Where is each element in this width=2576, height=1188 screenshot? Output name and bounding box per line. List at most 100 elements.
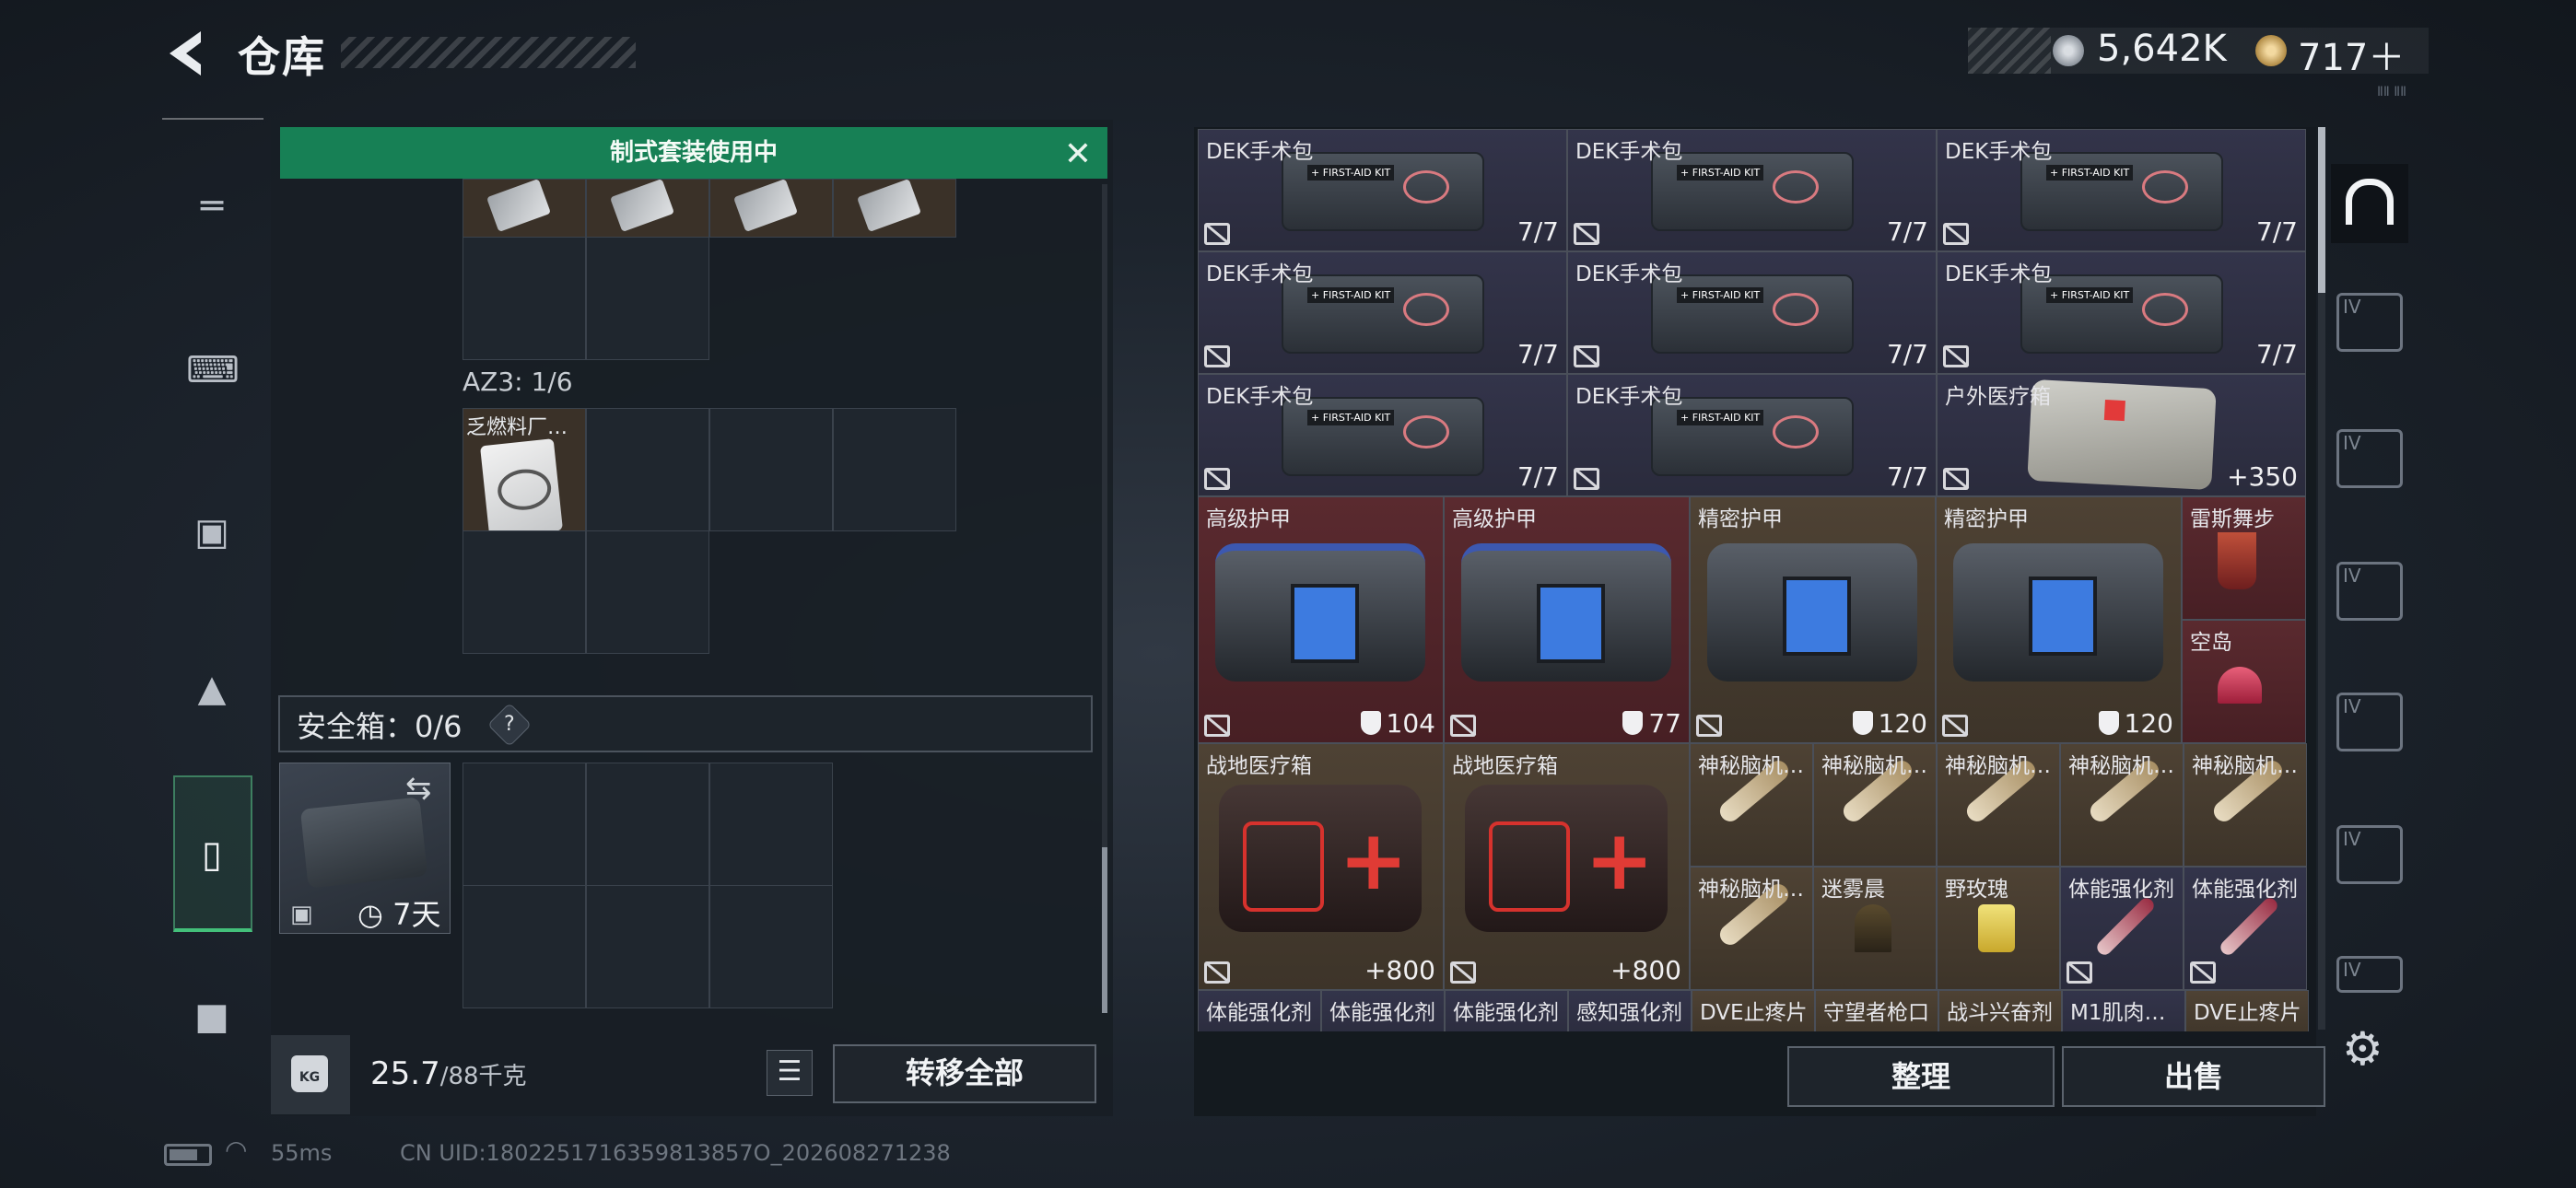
safebox-duration: ◷ 7天 — [357, 897, 441, 932]
stash-tab-icon[interactable]: IV — [2336, 693, 2403, 751]
grid-slot[interactable] — [709, 408, 833, 531]
stash-item[interactable]: DEK手术包 7/7 — [1198, 129, 1567, 251]
item-name: DEK手术包 — [1575, 262, 1683, 286]
grid-slot[interactable] — [586, 530, 709, 654]
stash-tab-icon[interactable]: IV — [2336, 562, 2403, 621]
stash-item[interactable]: 户外医疗箱 +350 — [1937, 374, 2306, 496]
grid-slot[interactable] — [463, 178, 586, 238]
grid-slot[interactable] — [833, 178, 956, 238]
item-name: 神秘脑机… — [1945, 754, 2051, 778]
grid-slot[interactable] — [586, 178, 709, 238]
stash-item[interactable]: DEK手术包 7/7 — [1567, 129, 1937, 251]
safebox-slot[interactable] — [463, 763, 586, 886]
no-trade-icon — [1204, 345, 1230, 367]
item-name: DEK手术包 — [1575, 140, 1683, 164]
stash-item[interactable]: 战斗兴奋剂 — [1938, 990, 2062, 1031]
stash-item[interactable]: 雷斯舞步 — [2182, 496, 2306, 620]
silver-coin-icon — [2053, 35, 2084, 66]
stash-item[interactable]: DVE止疼片 — [1692, 990, 1815, 1031]
stash-item[interactable]: 体能强化剂 — [2060, 867, 2184, 990]
grid-slot[interactable] — [463, 237, 586, 360]
case-icon[interactable]: ▯ — [186, 829, 238, 880]
item-name: DEK手术包 — [1206, 140, 1314, 164]
stash-item[interactable]: 神秘脑机… — [1690, 867, 1813, 990]
gun-icon[interactable]: ═ — [186, 181, 238, 232]
safebox-slot[interactable] — [709, 885, 833, 1008]
stash-item[interactable]: 守望者枪口 — [1815, 990, 1938, 1031]
stash-item[interactable]: 野玫瑰 — [1937, 867, 2060, 990]
safebox-slot[interactable] — [586, 763, 709, 886]
stash-tab-icon[interactable]: IV — [2336, 293, 2403, 352]
stash-tab-icon[interactable]: IV — [2336, 956, 2403, 993]
stash-item[interactable]: 高级护甲 104 — [1198, 496, 1444, 743]
stash-item[interactable]: DEK手术包 7/7 — [1937, 129, 2306, 251]
safebox-slot[interactable] — [463, 885, 586, 1008]
sort-button[interactable]: 整理 — [1787, 1046, 2055, 1107]
stash-item[interactable]: M1肌肉… — [2062, 990, 2185, 1031]
backpack-icon[interactable]: ▣ — [186, 507, 238, 558]
item-name: 体能强化剂 — [1206, 1001, 1312, 1025]
sell-button[interactable]: 出售 — [2062, 1046, 2325, 1107]
stash-item[interactable]: 空岛 — [2182, 620, 2306, 743]
stash-item[interactable]: 战地医疗箱 +800 — [1198, 743, 1444, 990]
stash-item[interactable]: 迷雾晨 — [1813, 867, 1937, 990]
stash-all-icon — [2346, 179, 2394, 225]
stash-item[interactable]: DEK手术包 7/7 — [1937, 251, 2306, 374]
gold-amount[interactable]: 717＋ — [2298, 28, 2405, 81]
stash-item[interactable]: DEK手术包 7/7 — [1567, 374, 1937, 496]
grid-slot[interactable] — [586, 237, 709, 360]
stash-tab-icon[interactable]: IV — [2336, 429, 2403, 488]
stash-tab-all[interactable] — [2331, 164, 2408, 243]
wifi-icon: ◠ — [225, 1135, 248, 1165]
stash-item[interactable]: 精密护甲 120 — [1936, 496, 2182, 743]
back-arrow-icon[interactable] — [164, 28, 208, 79]
stash-item[interactable]: 高级护甲 77 — [1444, 496, 1690, 743]
safebox-slot[interactable] — [709, 763, 833, 886]
list-icon[interactable]: ☰ — [767, 1050, 813, 1096]
stash-item[interactable]: 神秘脑机… — [2060, 743, 2184, 867]
safebox-slot[interactable] — [586, 885, 709, 1008]
ping-readout: 55ms — [271, 1140, 333, 1166]
item-name: 体能强化剂 — [2068, 878, 2174, 902]
safebox-case-icon — [299, 797, 428, 889]
item-name: 精密护甲 — [1698, 507, 1783, 531]
loadout-scrollbar[interactable] — [1102, 184, 1107, 1013]
weight-value: 25.7 — [370, 1055, 440, 1092]
stash-tab-icon[interactable]: IV — [2336, 825, 2403, 884]
stash-scrollbar[interactable] — [2318, 127, 2325, 1030]
stash-item[interactable]: 神秘脑机… — [1813, 743, 1937, 867]
stash-item[interactable]: DEK手术包 7/7 — [1567, 251, 1937, 374]
stash-item[interactable]: 战地医疗箱 +800 — [1444, 743, 1690, 990]
toolbox-icon[interactable]: ■ — [186, 991, 238, 1042]
stash-item[interactable]: DEK手术包 7/7 — [1198, 374, 1567, 496]
weight-max: /88千克 — [439, 1063, 527, 1090]
stash-item[interactable]: 体能强化剂 — [1321, 990, 1445, 1031]
item-name: DEK手术包 — [1945, 262, 2053, 286]
stash-item[interactable]: 神秘脑机… — [1690, 743, 1813, 867]
stimulant-icon — [2218, 895, 2280, 958]
stash-item[interactable]: DVE止疼片 — [2185, 990, 2309, 1031]
vest-icon[interactable]: ⌨ — [186, 344, 240, 396]
grid-slot[interactable] — [709, 178, 833, 238]
bag-icon[interactable]: ▲ — [186, 663, 238, 715]
item-name: 神秘脑机… — [1698, 754, 1804, 778]
stash-item[interactable]: 神秘脑机… — [1937, 743, 2060, 867]
swap-icon[interactable]: ⇆ — [405, 770, 432, 807]
no-trade-icon — [1942, 715, 1968, 737]
stash-item[interactable]: 感知强化剂 — [1568, 990, 1692, 1031]
durability-value: 120 — [2124, 708, 2173, 739]
grid-slot[interactable] — [463, 530, 586, 654]
grid-slot[interactable] — [833, 408, 956, 531]
item-name: 战斗兴奋剂 — [1947, 1001, 2053, 1025]
stash-item[interactable]: DEK手术包 7/7 — [1198, 251, 1567, 374]
grid-slot[interactable] — [586, 408, 709, 531]
stash-item[interactable]: 神秘脑机… — [2184, 743, 2307, 867]
stash-item[interactable]: 体能强化剂 — [2184, 867, 2307, 990]
stash-item[interactable]: 体能强化剂 — [1445, 990, 1568, 1031]
transfer-all-button[interactable]: 转移全部 — [833, 1044, 1096, 1103]
close-icon[interactable]: ✕ — [1060, 136, 1096, 173]
stash-item[interactable]: 精密护甲 120 — [1690, 496, 1936, 743]
gear-icon[interactable]: ⚙ — [2342, 1022, 2383, 1076]
stash-item[interactable]: 体能强化剂 — [1198, 990, 1321, 1031]
item-name: 户外医疗箱 — [1945, 385, 2051, 409]
